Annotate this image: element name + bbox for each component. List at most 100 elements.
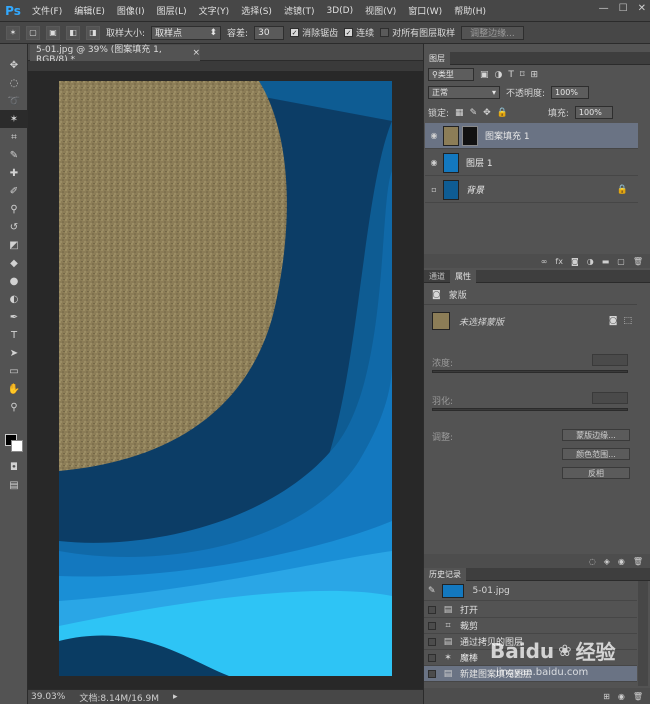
filter-pixel-icon[interactable]: ▣ [480,70,489,80]
clone-stamp-tool-icon[interactable]: ⚲ [0,200,28,218]
lock-transparency-icon[interactable]: ▦ [455,108,464,118]
filter-adjustment-icon[interactable]: ◑ [495,70,503,80]
eye-hidden-icon[interactable]: ▫ [425,185,443,194]
eyedropper-tool-icon[interactable]: ✎ [0,146,28,164]
add-vector-mask-icon[interactable]: ⬚ [623,316,632,326]
trash-icon[interactable]: 🗑 [633,257,643,266]
quick-mask-icon[interactable]: ◘ [0,458,28,476]
document-canvas[interactable] [59,81,392,676]
density-slider[interactable] [432,370,628,373]
density-input[interactable] [592,354,628,366]
history-snapshot[interactable]: ✎ 5-01.jpg [424,581,637,601]
marquee-tool-icon[interactable]: ◌ [0,74,28,92]
feather-input[interactable] [592,392,628,404]
menu-select[interactable]: 选择(S) [235,4,278,17]
lock-position-icon[interactable]: ✥ [483,108,491,118]
brush-tool-icon[interactable]: ✐ [0,182,28,200]
filter-shape-icon[interactable]: ⌑ [520,70,525,80]
sample-size-select[interactable]: 取样点 ⬍ [151,25,222,40]
new-layer-icon[interactable]: ▢ [617,257,625,266]
antialias-checkbox[interactable]: ✓ 消除锯齿 [290,26,338,39]
move-tool-icon[interactable]: ✥ [0,56,28,74]
history-source-checkbox[interactable] [428,653,436,662]
contiguous-checkbox[interactable]: ✓ 连续 [344,26,374,39]
menu-help[interactable]: 帮助(H) [448,4,492,17]
link-icon[interactable]: ∞ [541,257,548,266]
tab-history[interactable]: 历史记录 [424,567,466,581]
menu-3d[interactable]: 3D(D) [320,6,359,16]
dodge-tool-icon[interactable]: ◐ [0,290,28,308]
zoom-level[interactable]: 39.03% [31,692,65,702]
background-color-swatch[interactable] [11,440,23,452]
apply-mask-icon[interactable]: ◈ [604,557,610,566]
document-tab[interactable]: 5-01.jpg @ 39% (图案填充 1, RGB/8) * × [30,45,200,65]
status-menu-arrow-icon[interactable]: ▸ [173,692,178,702]
type-tool-icon[interactable]: T [0,326,28,344]
fx-icon[interactable]: fx [555,257,563,266]
menu-type[interactable]: 文字(Y) [193,4,236,17]
history-source-checkbox[interactable] [428,669,436,678]
lock-pixels-icon[interactable]: ✎ [470,108,478,118]
healing-brush-tool-icon[interactable]: ✚ [0,164,28,182]
color-range-button[interactable]: 颜色范围... [562,448,630,460]
trash-icon[interactable]: 🗑 [633,557,643,566]
path-selection-tool-icon[interactable]: ➤ [0,344,28,362]
layer-mask-thumbnail[interactable] [462,125,478,146]
eye-icon[interactable]: ◉ [425,131,443,140]
hand-tool-icon[interactable]: ✋ [0,380,28,398]
add-mask-icon[interactable]: ◙ [571,257,579,266]
subtract-selection-icon[interactable]: ◧ [66,25,80,40]
blend-mode-select[interactable]: 正常 ▾ [428,86,500,99]
eraser-tool-icon[interactable]: ◩ [0,236,28,254]
pen-tool-icon[interactable]: ✒ [0,308,28,326]
feather-slider[interactable] [432,408,628,411]
close-button[interactable]: ✕ [638,3,646,14]
magic-wand-tool-icon[interactable]: ✶ [0,110,28,128]
load-selection-icon[interactable]: ◌ [589,557,596,566]
new-selection-icon[interactable]: ▢ [26,25,40,40]
intersect-selection-icon[interactable]: ◨ [86,25,100,40]
rectangle-tool-icon[interactable]: ▭ [0,362,28,380]
tab-channels[interactable]: 通道 [424,270,450,283]
menu-image[interactable]: 图像(I) [111,4,151,17]
history-item[interactable]: ▤ 打开 [424,602,637,618]
lasso-tool-icon[interactable]: ➰ [0,92,28,110]
layer-row[interactable]: ▫ 背景 🔒 [425,177,638,203]
sample-all-layers-checkbox[interactable]: 对所有图层取样 [380,26,455,39]
menu-layer[interactable]: 图层(L) [151,4,193,17]
history-brush-tool-icon[interactable]: ↺ [0,218,28,236]
crop-tool-icon[interactable]: ⌗ [0,128,28,146]
screen-mode-icon[interactable]: ▤ [0,476,28,494]
filter-smart-object-icon[interactable]: ⊞ [531,70,539,80]
filter-type-icon[interactable]: T [508,70,514,80]
refine-edge-button[interactable]: 调整边缘... [461,25,524,40]
layer-row[interactable]: ◉ 图层 1 [425,150,638,176]
mask-edge-button[interactable]: 蒙版边缘... [562,429,630,441]
minimize-button[interactable]: — [599,3,609,14]
menu-view[interactable]: 视图(V) [359,4,402,17]
history-item[interactable]: ⌗ 裁剪 [424,618,637,634]
magic-wand-tool-preset-icon[interactable]: ✶ [6,25,20,40]
history-source-checkbox[interactable] [428,621,436,630]
layer-row[interactable]: ◉ 图案填充 1 [425,123,638,149]
layer-filter-select[interactable]: ⚲ 类型 [428,68,474,81]
invert-button[interactable]: 反相 [562,467,630,479]
tolerance-input[interactable]: 30 [254,25,285,40]
paint-bucket-tool-icon[interactable]: ◆ [0,254,28,272]
opacity-input[interactable]: 100% [551,86,590,99]
adjustment-icon[interactable]: ◑ [587,257,594,266]
menu-filter[interactable]: 滤镜(T) [278,4,321,17]
close-tab-icon[interactable]: × [192,48,200,58]
blur-tool-icon[interactable]: ● [0,272,28,290]
tab-properties[interactable]: 属性 [450,269,476,283]
menu-window[interactable]: 窗口(W) [402,4,448,17]
visibility-icon[interactable]: ◉ [618,557,625,566]
tab-layers[interactable]: 图层 [424,51,450,65]
add-pixel-mask-icon[interactable]: ◙ [609,316,618,326]
menu-file[interactable]: 文件(F) [26,4,68,17]
history-brush-source-icon[interactable]: ✎ [428,586,436,596]
folder-icon[interactable]: ▬ [602,257,610,266]
maximize-button[interactable]: ☐ [619,3,628,14]
zoom-tool-icon[interactable]: ⚲ [0,398,28,416]
fill-input[interactable]: 100% [574,106,613,119]
